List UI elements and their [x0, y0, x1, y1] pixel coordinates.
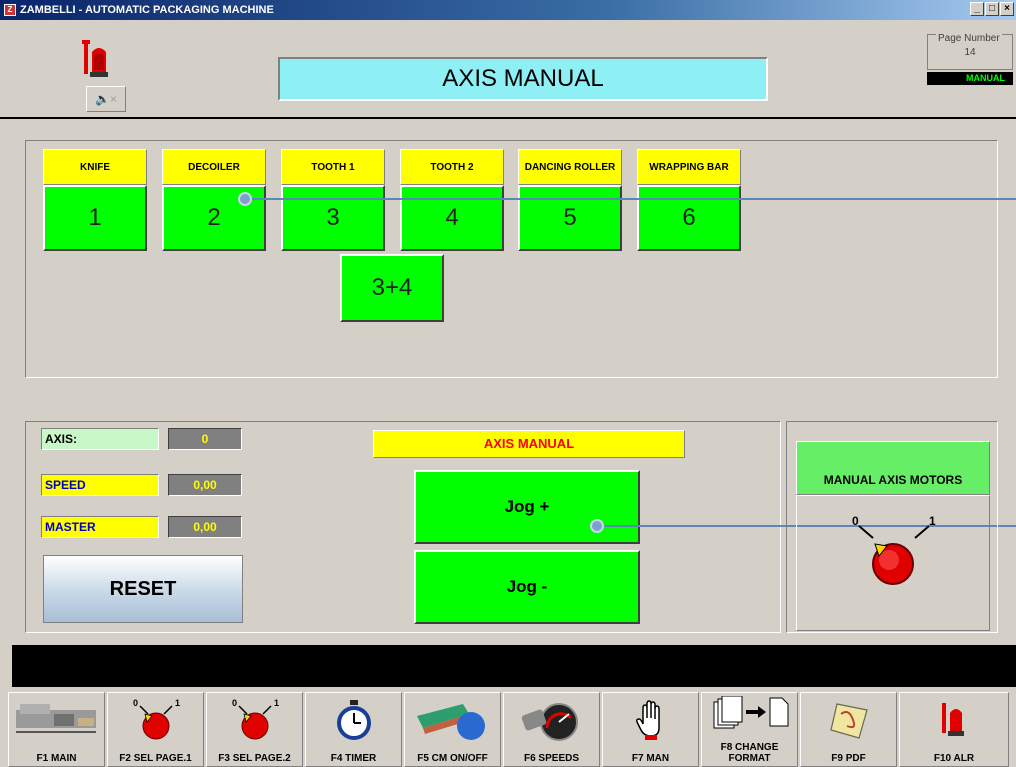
speed-field-label: SPEED: [41, 474, 159, 496]
f9-pdf-button[interactable]: F9 PDF: [800, 692, 897, 767]
close-button[interactable]: ×: [1000, 2, 1014, 16]
axis-label-dancing-roller: DANCING ROLLER: [518, 149, 622, 185]
f9-label: F9 PDF: [831, 753, 866, 764]
callout-marker: [590, 519, 604, 533]
minimize-button[interactable]: _: [970, 2, 984, 16]
window-controls: _ □ ×: [970, 2, 1014, 16]
axis-button-1[interactable]: 1: [43, 185, 147, 251]
manual-axis-motors-switch-area: 0 1: [796, 495, 990, 631]
f6-label: F6 SPEEDS: [523, 753, 580, 764]
f5-cm-onoff-button[interactable]: F5 CM ON/OFF: [404, 692, 501, 767]
f2-sel-page1-button[interactable]: 0 1 F2 SEL PAGE.1: [107, 692, 204, 767]
alarm-beacon-icon: [942, 703, 964, 736]
f5-label: F5 CM ON/OFF: [417, 753, 488, 764]
speedometer-icon: [521, 703, 578, 741]
f8-change-format-button[interactable]: F8 CHANGE FORMAT: [701, 692, 798, 767]
window-titlebar: Z ZAMBELLI - AUTOMATIC PACKAGING MACHINE…: [0, 0, 1016, 20]
callout-marker: [238, 192, 252, 206]
f3-label: F3 SEL PAGE.2: [218, 753, 291, 764]
axis-label-tooth2: TOOTH 2: [400, 149, 504, 185]
axis-field-value: 0: [168, 428, 242, 450]
f3-sel-page2-button[interactable]: 0 1 F3 SEL PAGE.2: [206, 692, 303, 767]
axis-button-5[interactable]: 5: [518, 185, 622, 251]
page-number-value: 14: [964, 47, 976, 58]
page-title: AXIS MANUAL: [278, 57, 768, 101]
f8-label: F8 CHANGE FORMAT: [720, 742, 779, 764]
app-logo-icon: Z: [4, 4, 16, 16]
axis-label-decoiler: DECOILER: [162, 149, 266, 185]
mute-button[interactable]: 🔈×: [86, 86, 126, 112]
pdf-icon: [829, 703, 868, 739]
f6-speeds-button[interactable]: F6 SPEEDS: [503, 692, 600, 767]
message-bar: [12, 645, 1016, 687]
jog-plus-button[interactable]: Jog +: [414, 470, 640, 544]
callout-line: [245, 198, 1016, 200]
f4-label: F4 TIMER: [330, 753, 377, 764]
maximize-button[interactable]: □: [985, 2, 999, 16]
axis-button-3-plus-4[interactable]: 3+4: [340, 254, 444, 322]
axis-button-4[interactable]: 4: [400, 185, 504, 251]
f7-man-button[interactable]: F7 MAN: [602, 692, 699, 767]
change-format-icon: [713, 696, 788, 729]
axis-label-wrapping-bar: WRAPPING BAR: [637, 149, 741, 185]
machine-icon: [15, 704, 96, 733]
mode-badge: MANUAL: [927, 72, 1013, 85]
axis-label-tooth1: TOOTH 1: [281, 149, 385, 185]
f3-position-1: 1: [274, 698, 280, 708]
speaker-mute-icon: 🔈×: [95, 92, 117, 106]
alarm-beacon-icon: [82, 40, 108, 77]
speed-field-value: 0,00: [168, 474, 242, 496]
jog-minus-button[interactable]: Jog -: [414, 550, 640, 624]
window-title: ZAMBELLI - AUTOMATIC PACKAGING MACHINE: [20, 4, 274, 16]
f7-label: F7 MAN: [631, 753, 670, 764]
f1-main-button[interactable]: F1 MAIN: [8, 692, 105, 767]
header-divider: [0, 117, 1016, 119]
f2-label: F2 SEL PAGE.1: [119, 753, 192, 764]
conveyor-icon: [416, 704, 485, 740]
hand-icon: [635, 700, 660, 740]
axis-button-6[interactable]: 6: [637, 185, 741, 251]
f3-position-0: 0: [232, 698, 238, 708]
stopwatch-icon: [336, 700, 371, 740]
f4-timer-button[interactable]: F4 TIMER: [305, 692, 402, 767]
page-number-box: Page Number 14: [927, 33, 1013, 70]
master-field-value: 0,00: [168, 516, 242, 538]
f1-label: F1 MAIN: [36, 753, 77, 764]
axis-label-knife: KNIFE: [43, 149, 147, 185]
axis-field-label: AXIS:: [41, 428, 159, 450]
f2-position-0: 0: [133, 698, 139, 708]
master-field-label: MASTER: [41, 516, 159, 538]
selector-switch-icon[interactable]: [849, 520, 939, 590]
f10-label: F10 ALR: [933, 753, 975, 764]
axis-button-3[interactable]: 3: [281, 185, 385, 251]
page-number-label: Page Number: [936, 33, 1002, 44]
function-key-bar: F1 MAIN 0 1 F2 SEL PAGE.1 0 1 F3 SEL PAG…: [8, 692, 1016, 767]
f2-position-1: 1: [175, 698, 181, 708]
manual-axis-motors-title: MANUAL AXIS MOTORS: [796, 441, 990, 495]
reset-button[interactable]: RESET: [43, 555, 243, 623]
f10-alr-button[interactable]: F10 ALR: [899, 692, 1009, 767]
axis-manual-label: AXIS MANUAL: [373, 430, 685, 458]
